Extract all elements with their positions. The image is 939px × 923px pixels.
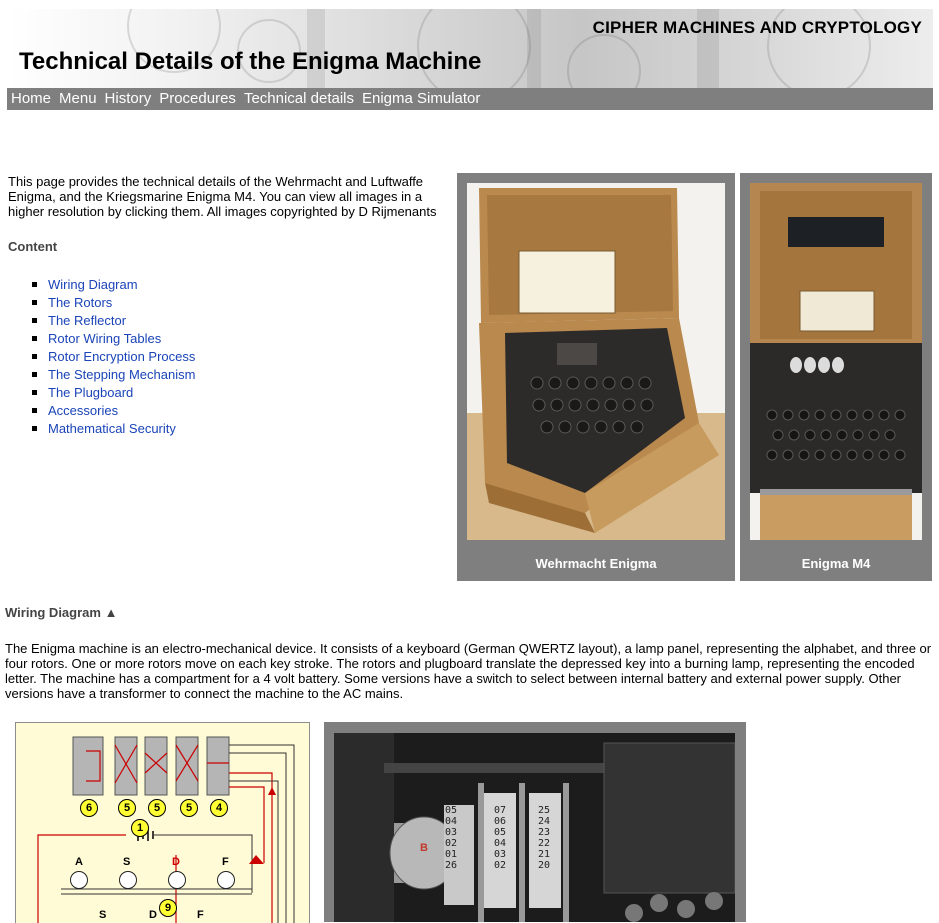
ring-number: 03 [494,849,507,860]
rotor-photo-frame: 05 04 03 02 01 26 07 06 05 04 03 02 25 24 23 22 21 20 B [324,722,746,922]
site-title[interactable]: CIPHER MACHINES AND CRYPTOLOGY [593,18,922,38]
key-letter: S [99,909,107,921]
nav-item-enigma-simulator[interactable]: Enigma Simulator [358,88,484,110]
toc-link-rotors[interactable]: The Rotors [48,295,112,310]
rotor-number-badge: 6 [80,799,98,817]
ring-number: 05 [494,827,507,838]
nav-item-history[interactable]: History [101,88,156,110]
nav-item-technical-details[interactable]: Technical details [240,88,358,110]
nav-item-menu[interactable]: Menu [55,88,101,110]
rotor-number-badge: 5 [180,799,198,817]
ring-number: 02 [494,860,507,871]
ring-number: 04 [494,838,507,849]
intro-paragraph: This page provides the technical details… [8,174,437,219]
list-item: Wiring Diagram [32,276,195,294]
wehrmacht-enigma-caption: Wehrmacht Enigma [535,556,657,571]
lamp-letter: S [123,856,131,868]
rotor-photo[interactable] [334,733,735,922]
rotor-number-badge: 4 [210,799,228,817]
rotor-ring-right: 25 24 23 22 21 20 [538,805,560,871]
ring-number: 04 [445,816,458,827]
toc-link-accessories[interactable]: Accessories [48,403,118,418]
lamp-letter: D [172,856,180,868]
list-item: The Stepping Mechanism [32,366,195,384]
toc-link-reflector[interactable]: The Reflector [48,313,126,328]
enigma-m4-caption: Enigma M4 [801,556,871,571]
list-item: Accessories [32,402,195,420]
rotor-number-badge: 5 [118,799,136,817]
ring-number: 25 [538,805,551,816]
toc-link-plugboard[interactable]: The Plugboard [48,385,133,400]
ring-number: 20 [538,860,551,871]
main-nav: Home Menu History Procedures Technical detai… [7,88,933,110]
ring-number: 22 [538,838,551,849]
ring-number: 01 [445,849,458,860]
enigma-m4-photo[interactable] [750,183,922,540]
list-item: Rotor Encryption Process [32,348,195,366]
lamp-letter: F [222,856,229,868]
lamp-bulb-icon [217,871,235,889]
list-item: Rotor Wiring Tables [32,330,195,348]
back-to-top-arrow-icon[interactable]: ▲ [105,605,118,620]
list-item: The Reflector [32,312,195,330]
toc-link-wiring-diagram[interactable]: Wiring Diagram [48,277,138,292]
page-title: Technical Details of the Enigma Machine [19,48,482,75]
lamp-bulb-icon [168,871,186,889]
toc-link-rotor-wiring-tables[interactable]: Rotor Wiring Tables [48,331,161,346]
toc-link-rotor-encryption-process[interactable]: Rotor Encryption Process [48,349,195,364]
lamp-bulb-icon [70,871,88,889]
list-item: The Plugboard [32,384,195,402]
key-letter: D [149,909,157,921]
ring-number: 06 [494,816,507,827]
rotor-number-badge: 5 [148,799,166,817]
ring-number: 03 [445,827,458,838]
section-heading: Wiring Diagram ▲ [5,605,117,620]
ring-number: 05 [445,805,458,816]
wehrmacht-enigma-photo[interactable] [467,183,725,540]
battery-number-badge: 1 [131,819,149,837]
key-number-badge: 9 [159,899,177,917]
content-list: Wiring Diagram The Rotors The Reflector … [32,276,195,438]
lamp-bulb-icon [119,871,137,889]
banner-bar-decoration [527,9,541,88]
ring-number: 24 [538,816,551,827]
ring-number: 02 [445,838,458,849]
ring-number: 07 [494,805,507,816]
wehrmacht-enigma-frame: Wehrmacht Enigma [457,173,735,581]
rotor-ring-left: 05 04 03 02 01 26 [445,805,467,871]
lamp-letter: A [75,856,83,868]
rotor-label: B [420,842,428,854]
section-heading-label: Wiring Diagram [5,605,101,620]
enigma-m4-frame: Enigma M4 [740,173,932,581]
ring-number: 23 [538,827,551,838]
key-letter: F [197,909,204,921]
list-item: The Rotors [32,294,195,312]
section-paragraph: The Enigma machine is an electro-mechani… [5,641,932,701]
wiring-diagram[interactable]: 6 5 5 5 4 1 A S D F S D F 9 [15,722,310,923]
header-banner: CIPHER MACHINES AND CRYPTOLOGY Technical… [7,9,933,88]
banner-gear-decoration [567,34,641,88]
toc-link-mathematical-security[interactable]: Mathematical Security [48,421,176,436]
nav-item-procedures[interactable]: Procedures [155,88,240,110]
ring-number: 21 [538,849,551,860]
rotor-ring-middle: 07 06 05 04 03 02 [494,805,516,871]
list-item: Mathematical Security [32,420,195,438]
nav-item-home[interactable]: Home [7,88,55,110]
ring-number: 26 [445,860,458,871]
content-heading: Content [8,239,58,254]
toc-link-stepping-mechanism[interactable]: The Stepping Mechanism [48,367,195,382]
